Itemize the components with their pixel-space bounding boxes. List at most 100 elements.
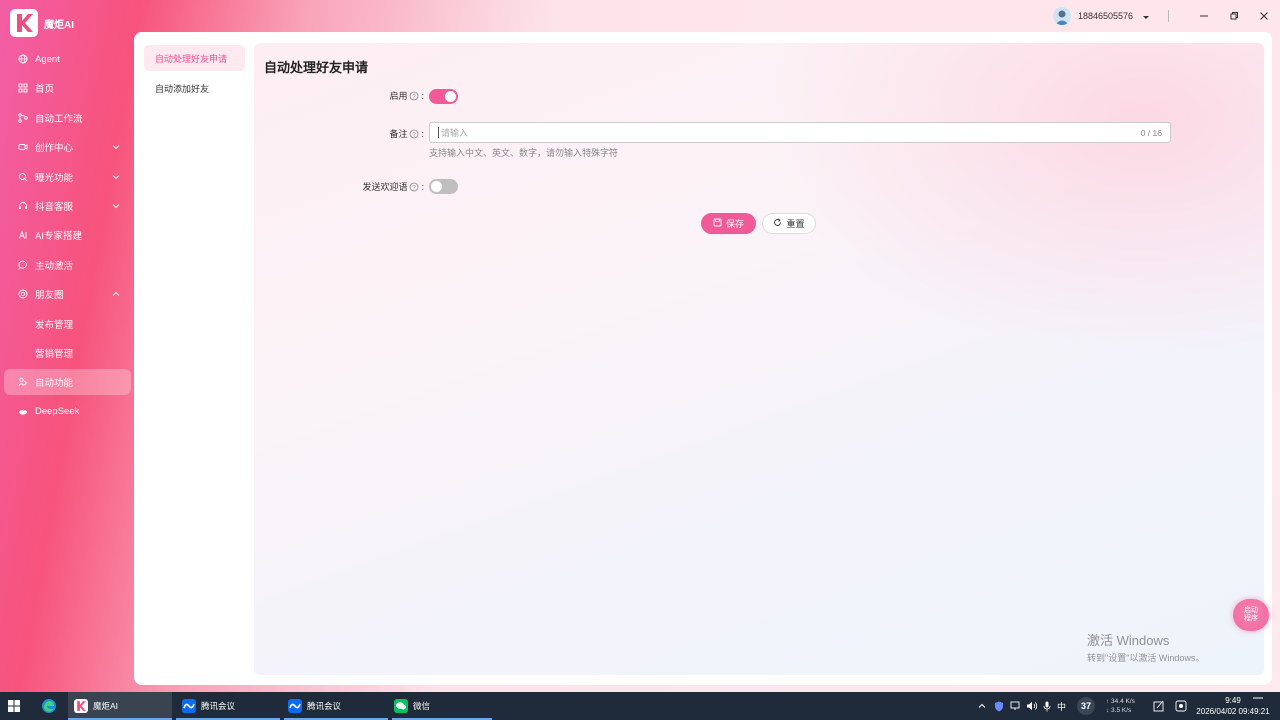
sidebar-item-label: 自动功能 xyxy=(35,378,74,390)
deepseek-icon xyxy=(18,407,28,417)
tray-app[interactable] xyxy=(1175,692,1187,720)
sidebar-item-label: DeepSeek xyxy=(35,406,80,418)
sidebar-item-active-activation[interactable]: 主动激活 xyxy=(4,252,131,278)
caret-down-icon[interactable] xyxy=(1142,13,1150,24)
remark-input[interactable]: 请输入 0 / 16 xyxy=(429,122,1171,143)
minimize-button[interactable] xyxy=(1197,9,1211,23)
sidebar-item-label: 发布管理 xyxy=(35,319,74,331)
sidebar: Agent 首页 自动工作流 创作中心 曝光功能 抖音客服 AI专家搭建 主动激… xyxy=(4,46,131,428)
sidebar-item-douyin-service[interactable]: 抖音客服 xyxy=(4,193,131,219)
help-icon[interactable]: ? xyxy=(409,182,419,192)
restore-icon xyxy=(1230,12,1238,20)
sidebar-item-creation-center[interactable]: 创作中心 xyxy=(4,134,131,160)
tray-expand[interactable] xyxy=(977,692,987,720)
tray-security[interactable] xyxy=(994,692,1004,720)
page-title: 自动处理好友申请 xyxy=(264,60,369,75)
workflow-icon xyxy=(18,113,28,123)
auto-icon xyxy=(18,377,28,387)
titlebar-divider xyxy=(1168,10,1169,22)
chevron-down-icon xyxy=(111,201,121,211)
network-icon xyxy=(1010,701,1020,710)
search-icon xyxy=(18,172,28,182)
grid-icon xyxy=(18,83,28,93)
welcome-label: 发送欢迎语 ? : xyxy=(362,181,424,193)
sidebar-item-label: 主动激活 xyxy=(35,260,74,272)
snip-icon xyxy=(1153,700,1164,712)
sidebar-item-ai-expert[interactable]: AI专家搭建 xyxy=(4,222,131,248)
sidebar-item-label: 创作中心 xyxy=(35,143,74,155)
network-speed: ↑ 34.4 K/s ↓ 3.5 K/s xyxy=(1106,698,1135,714)
notification-count-badge: 37 xyxy=(1077,697,1095,715)
shield-icon xyxy=(995,701,1003,711)
globe-icon xyxy=(18,54,28,64)
welcome-toggle[interactable] xyxy=(429,179,458,194)
user-phone[interactable]: 18846505576 xyxy=(1078,11,1133,21)
activation-watermark: 激活 Windows 转到"设置"以激活 Windows。 xyxy=(1087,633,1205,663)
remark-hint: 支持输入中文、英文、数字，请勿输入特殊字符 xyxy=(429,148,619,158)
tray-ime[interactable]: 中 xyxy=(1057,692,1066,720)
save-icon xyxy=(713,218,722,229)
sidebar-item-label: Agent xyxy=(35,53,60,65)
microphone-icon xyxy=(1043,701,1051,711)
taskbar-app-mojiai[interactable]: 魔炬AI xyxy=(68,692,172,720)
close-button[interactable] xyxy=(1257,9,1271,23)
remark-label: 备注 ? : xyxy=(389,128,424,140)
taskbar: 魔炬AI 腾讯会议 腾讯会议 微信 中 37 ↑ 34.4 K/s ↓ 3.5 … xyxy=(0,692,1280,720)
chat-icon xyxy=(18,260,28,270)
subnav-item-auto-add[interactable]: 自动添加好友 xyxy=(144,75,245,101)
windows-icon xyxy=(8,700,20,712)
sub-navigation: 自动处理好友申请 自动添加好友 xyxy=(134,32,253,685)
tencent-meeting-icon xyxy=(182,699,196,713)
sidebar-item-moments[interactable]: 朋友圈 xyxy=(4,281,131,307)
chevron-up-icon xyxy=(111,289,121,299)
wechat-icon xyxy=(394,699,408,713)
show-desktop[interactable] xyxy=(1252,684,1264,712)
sidebar-item-workflow[interactable]: 自动工作流 xyxy=(4,105,131,131)
taskbar-edge[interactable] xyxy=(41,692,59,720)
tray-network[interactable] xyxy=(1010,692,1021,720)
app-logo: 魔炬AI xyxy=(10,9,74,37)
help-icon[interactable]: ? xyxy=(409,91,419,101)
tray-microphone[interactable] xyxy=(1043,692,1051,720)
text-caret xyxy=(438,127,439,138)
moments-icon xyxy=(18,289,28,299)
tray-app-icon xyxy=(1175,700,1187,712)
help-icon[interactable]: ? xyxy=(409,129,419,139)
sidebar-item-marketing-management[interactable]: 营销管理 xyxy=(4,340,131,366)
taskbar-app-tencent-meeting-1[interactable]: 腾讯会议 xyxy=(176,692,280,720)
headset-icon xyxy=(18,201,28,211)
tray-volume[interactable] xyxy=(1026,692,1038,720)
chevron-up-icon xyxy=(978,703,986,708)
sidebar-item-label: 抖音客服 xyxy=(35,201,74,213)
avatar[interactable] xyxy=(1053,7,1071,25)
taskbar-app-tencent-meeting-2[interactable]: 腾讯会议 xyxy=(284,692,388,720)
reset-button[interactable]: 重置 xyxy=(762,213,816,234)
refresh-icon xyxy=(773,218,782,229)
sidebar-item-label: 首页 xyxy=(35,84,55,96)
sidebar-item-label: 曝光功能 xyxy=(35,172,74,184)
sidebar-item-label: 营销管理 xyxy=(35,348,74,360)
show-desktop-icon xyxy=(1253,697,1263,699)
tray-badge[interactable]: 37 xyxy=(1077,692,1095,720)
restore-button[interactable] xyxy=(1227,9,1241,23)
save-button[interactable]: 保存 xyxy=(701,213,756,234)
content-panel: 自动处理好友申请 启用 ? : 备注 ? : 请输入 0 / 16 支持输入中文… xyxy=(254,43,1264,675)
chevron-down-icon xyxy=(111,142,121,152)
start-button[interactable] xyxy=(8,692,26,720)
enable-toggle[interactable] xyxy=(429,89,458,104)
app-name: 魔炬AI xyxy=(44,19,74,31)
mojiai-icon xyxy=(74,699,88,713)
taskbar-app-wechat[interactable]: 微信 xyxy=(392,692,492,720)
subnav-item-auto-accept[interactable]: 自动处理好友申请 xyxy=(144,45,245,71)
sidebar-item-home[interactable]: 首页 xyxy=(4,75,131,101)
sidebar-item-publish-management[interactable]: 发布管理 xyxy=(4,311,131,337)
sidebar-item-exposure[interactable]: 曝光功能 xyxy=(4,164,131,190)
launch-program-button[interactable]: 启动 程序 xyxy=(1233,599,1269,631)
sidebar-item-agent[interactable]: Agent xyxy=(4,46,131,72)
tray-screenshot[interactable] xyxy=(1153,692,1165,720)
enable-label: 启用 ? : xyxy=(389,90,424,102)
sidebar-item-deepseek[interactable]: DeepSeek xyxy=(4,399,131,425)
sidebar-item-label: AI专家搭建 xyxy=(35,231,82,243)
sidebar-item-auto-functions[interactable]: 自动功能 xyxy=(4,369,131,396)
toggle-knob xyxy=(445,91,456,102)
